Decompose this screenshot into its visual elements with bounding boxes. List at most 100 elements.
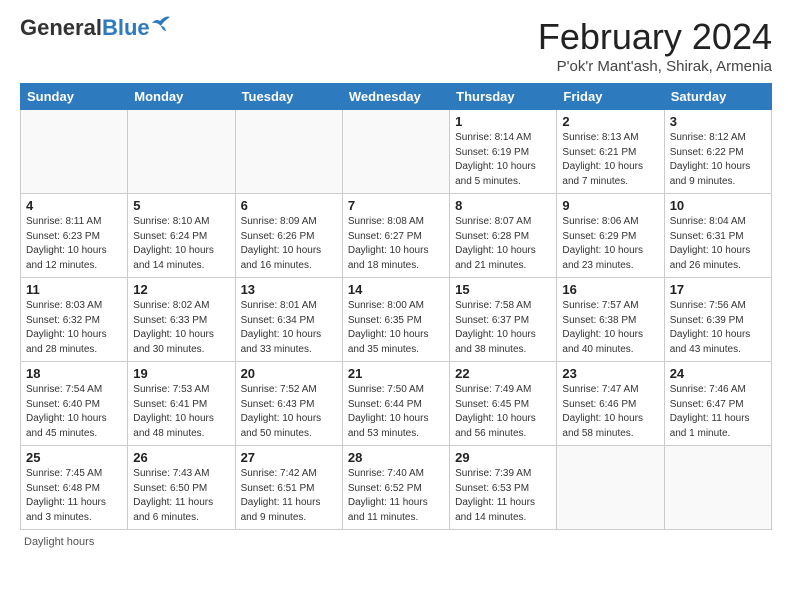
calendar-cell bbox=[342, 110, 449, 194]
day-info: Sunrise: 7:39 AMSunset: 6:53 PMDaylight:… bbox=[455, 467, 551, 525]
calendar-cell bbox=[128, 110, 235, 194]
day-number: 3 bbox=[670, 114, 766, 129]
day-info: Sunrise: 7:43 AMSunset: 6:50 PMDaylight:… bbox=[133, 467, 229, 525]
day-number: 11 bbox=[26, 282, 122, 297]
day-number: 29 bbox=[455, 450, 551, 465]
week-row-4: 18 Sunrise: 7:54 AMSunset: 6:40 PMDayligh… bbox=[21, 362, 772, 446]
day-info: Sunrise: 8:13 AMSunset: 6:21 PMDaylight:… bbox=[562, 131, 658, 189]
day-info: Sunrise: 7:53 AMSunset: 6:41 PMDaylight:… bbox=[133, 383, 229, 441]
calendar-cell: 28Sunrise: 7:40 AMSunset: 6:52 PMDayligh… bbox=[342, 446, 449, 530]
day-number: 18 bbox=[26, 366, 122, 381]
day-info: Sunrise: 7:52 AMSunset: 6:43 PMDaylight:… bbox=[241, 383, 337, 441]
calendar-cell: 16 Sunrise: 7:57 AMSunset: 6:38 PMDayligh… bbox=[557, 278, 664, 362]
day-info: Sunrise: 7:49 AMSunset: 6:45 PMDaylight:… bbox=[455, 383, 551, 441]
calendar-cell: 10 Sunrise: 8:04 AMSunset: 6:31 PMDayligh… bbox=[664, 194, 771, 278]
day-number: 16 bbox=[562, 282, 658, 297]
week-row-1: 1 Sunrise: 8:14 AMSunset: 6:19 PMDaylight… bbox=[21, 110, 772, 194]
day-info: Sunrise: 8:12 AMSunset: 6:22 PMDaylight:… bbox=[670, 131, 766, 189]
col-header-sunday: Sunday bbox=[21, 84, 128, 110]
logo-text: GeneralBlue bbox=[20, 16, 150, 40]
footer: Daylight hours bbox=[20, 536, 772, 548]
calendar-cell: 21 Sunrise: 7:50 AMSunset: 6:44 PMDayligh… bbox=[342, 362, 449, 446]
week-row-3: 11 Sunrise: 8:03 AMSunset: 6:32 PMDayligh… bbox=[21, 278, 772, 362]
calendar-table: SundayMondayTuesdayWednesdayThursdayFrid… bbox=[20, 83, 772, 530]
calendar-cell: 27Sunrise: 7:42 AMSunset: 6:51 PMDayligh… bbox=[235, 446, 342, 530]
day-info: Sunrise: 7:40 AMSunset: 6:52 PMDaylight:… bbox=[348, 467, 444, 525]
col-header-monday: Monday bbox=[128, 84, 235, 110]
day-number: 17 bbox=[670, 282, 766, 297]
day-info: Sunrise: 8:08 AMSunset: 6:27 PMDaylight:… bbox=[348, 215, 444, 273]
calendar-cell: 24Sunrise: 7:46 AMSunset: 6:47 PMDayligh… bbox=[664, 362, 771, 446]
day-number: 14 bbox=[348, 282, 444, 297]
day-number: 4 bbox=[26, 198, 122, 213]
day-number: 26 bbox=[133, 450, 229, 465]
calendar-cell: 18 Sunrise: 7:54 AMSunset: 6:40 PMDayligh… bbox=[21, 362, 128, 446]
week-row-5: 25Sunrise: 7:45 AMSunset: 6:48 PMDayligh… bbox=[21, 446, 772, 530]
day-number: 9 bbox=[562, 198, 658, 213]
col-header-tuesday: Tuesday bbox=[235, 84, 342, 110]
bird-icon bbox=[152, 15, 174, 33]
day-info: Sunrise: 7:56 AMSunset: 6:39 PMDaylight:… bbox=[670, 299, 766, 357]
day-info: Sunrise: 7:54 AMSunset: 6:40 PMDaylight:… bbox=[26, 383, 122, 441]
day-info: Sunrise: 8:14 AMSunset: 6:19 PMDaylight:… bbox=[455, 131, 551, 189]
day-number: 12 bbox=[133, 282, 229, 297]
day-number: 24 bbox=[670, 366, 766, 381]
calendar-cell: 20Sunrise: 7:52 AMSunset: 6:43 PMDayligh… bbox=[235, 362, 342, 446]
calendar-cell: 19 Sunrise: 7:53 AMSunset: 6:41 PMDayligh… bbox=[128, 362, 235, 446]
day-number: 22 bbox=[455, 366, 551, 381]
day-number: 5 bbox=[133, 198, 229, 213]
calendar-cell bbox=[557, 446, 664, 530]
calendar-cell: 3 Sunrise: 8:12 AMSunset: 6:22 PMDaylight… bbox=[664, 110, 771, 194]
day-number: 19 bbox=[133, 366, 229, 381]
subtitle: P'ok'r Mant'ash, Shirak, Armenia bbox=[538, 58, 772, 75]
col-header-thursday: Thursday bbox=[450, 84, 557, 110]
day-number: 8 bbox=[455, 198, 551, 213]
calendar-cell: 9 Sunrise: 8:06 AMSunset: 6:29 PMDaylight… bbox=[557, 194, 664, 278]
day-number: 15 bbox=[455, 282, 551, 297]
day-number: 6 bbox=[241, 198, 337, 213]
day-info: Sunrise: 8:04 AMSunset: 6:31 PMDaylight:… bbox=[670, 215, 766, 273]
day-info: Sunrise: 8:11 AMSunset: 6:23 PMDaylight:… bbox=[26, 215, 122, 273]
header-area: GeneralBlue February 2024 P'ok'r Mant'as… bbox=[20, 16, 772, 75]
week-row-2: 4 Sunrise: 8:11 AMSunset: 6:23 PMDaylight… bbox=[21, 194, 772, 278]
calendar-cell: 6 Sunrise: 8:09 AMSunset: 6:26 PMDaylight… bbox=[235, 194, 342, 278]
main-title: February 2024 bbox=[538, 16, 772, 58]
col-header-saturday: Saturday bbox=[664, 84, 771, 110]
col-header-friday: Friday bbox=[557, 84, 664, 110]
day-number: 23 bbox=[562, 366, 658, 381]
day-info: Sunrise: 8:01 AMSunset: 6:34 PMDaylight:… bbox=[241, 299, 337, 357]
day-info: Sunrise: 8:10 AMSunset: 6:24 PMDaylight:… bbox=[133, 215, 229, 273]
calendar-cell: 1 Sunrise: 8:14 AMSunset: 6:19 PMDaylight… bbox=[450, 110, 557, 194]
day-number: 21 bbox=[348, 366, 444, 381]
calendar-cell: 17 Sunrise: 7:56 AMSunset: 6:39 PMDayligh… bbox=[664, 278, 771, 362]
day-info: Sunrise: 7:57 AMSunset: 6:38 PMDaylight:… bbox=[562, 299, 658, 357]
daylight-label: Daylight hours bbox=[24, 536, 94, 548]
calendar-cell bbox=[235, 110, 342, 194]
calendar-cell: 11 Sunrise: 8:03 AMSunset: 6:32 PMDayligh… bbox=[21, 278, 128, 362]
day-number: 13 bbox=[241, 282, 337, 297]
day-number: 10 bbox=[670, 198, 766, 213]
day-info: Sunrise: 7:50 AMSunset: 6:44 PMDaylight:… bbox=[348, 383, 444, 441]
calendar-cell: 7Sunrise: 8:08 AMSunset: 6:27 PMDaylight… bbox=[342, 194, 449, 278]
day-info: Sunrise: 8:09 AMSunset: 6:26 PMDaylight:… bbox=[241, 215, 337, 273]
page: GeneralBlue February 2024 P'ok'r Mant'as… bbox=[0, 0, 792, 558]
calendar-cell: 13 Sunrise: 8:01 AMSunset: 6:34 PMDayligh… bbox=[235, 278, 342, 362]
day-info: Sunrise: 8:00 AMSunset: 6:35 PMDaylight:… bbox=[348, 299, 444, 357]
calendar-cell: 29 Sunrise: 7:39 AMSunset: 6:53 PMDayligh… bbox=[450, 446, 557, 530]
calendar-cell: 8 Sunrise: 8:07 AMSunset: 6:28 PMDaylight… bbox=[450, 194, 557, 278]
title-area: February 2024 P'ok'r Mant'ash, Shirak, A… bbox=[538, 16, 772, 75]
day-number: 1 bbox=[455, 114, 551, 129]
calendar-cell: 12 Sunrise: 8:02 AMSunset: 6:33 PMDayligh… bbox=[128, 278, 235, 362]
day-info: Sunrise: 8:02 AMSunset: 6:33 PMDaylight:… bbox=[133, 299, 229, 357]
calendar-cell: 14 Sunrise: 8:00 AMSunset: 6:35 PMDayligh… bbox=[342, 278, 449, 362]
day-number: 25 bbox=[26, 450, 122, 465]
day-info: Sunrise: 8:06 AMSunset: 6:29 PMDaylight:… bbox=[562, 215, 658, 273]
day-info: Sunrise: 7:47 AMSunset: 6:46 PMDaylight:… bbox=[562, 383, 658, 441]
calendar-cell: 2 Sunrise: 8:13 AMSunset: 6:21 PMDaylight… bbox=[557, 110, 664, 194]
day-info: Sunrise: 8:03 AMSunset: 6:32 PMDaylight:… bbox=[26, 299, 122, 357]
calendar-cell bbox=[664, 446, 771, 530]
col-header-wednesday: Wednesday bbox=[342, 84, 449, 110]
day-number: 2 bbox=[562, 114, 658, 129]
day-info: Sunrise: 8:07 AMSunset: 6:28 PMDaylight:… bbox=[455, 215, 551, 273]
day-number: 27 bbox=[241, 450, 337, 465]
